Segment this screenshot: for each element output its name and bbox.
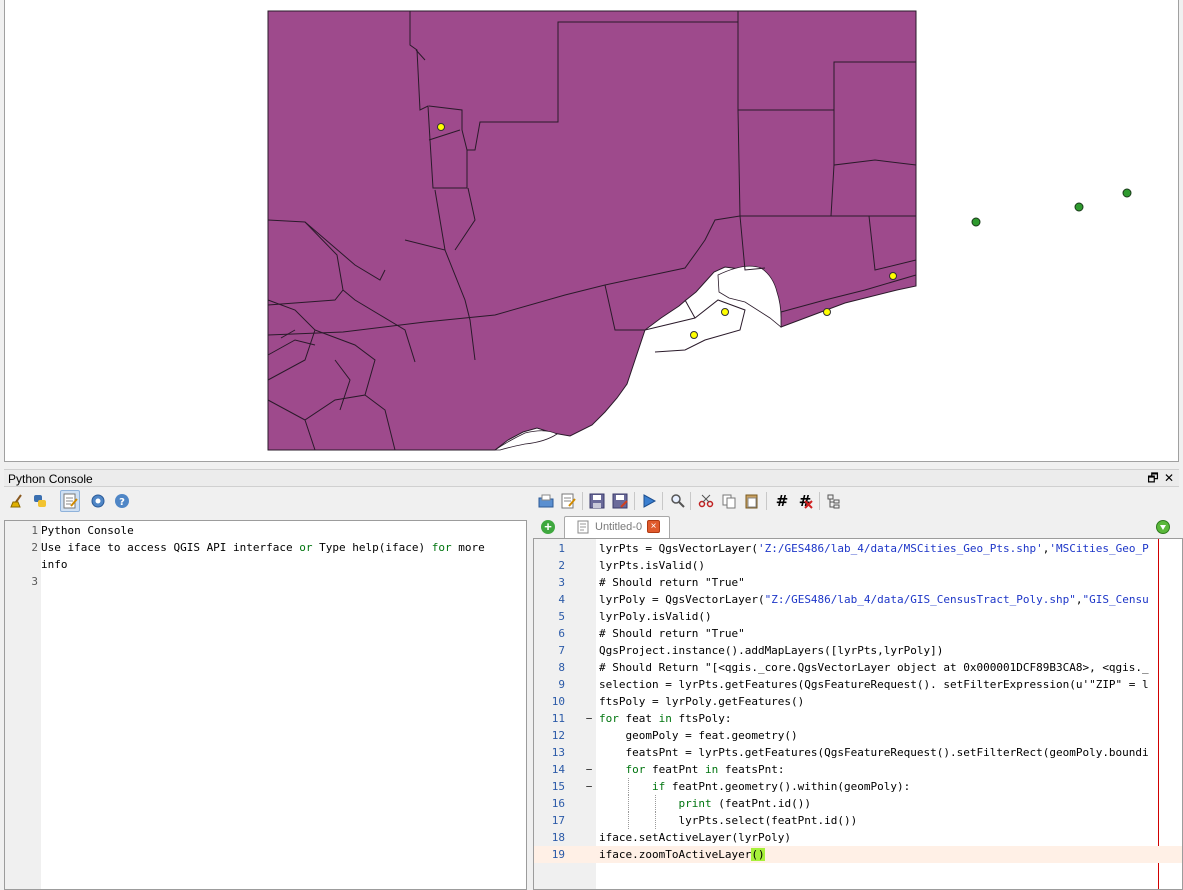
run-script-icon: [643, 494, 657, 508]
code-editor[interactable]: 1 lyrPts = QgsVectorLayer('Z:/GES486/lab…: [533, 538, 1183, 890]
code-line[interactable]: 15 − if featPnt.geometry().within(geomPo…: [534, 778, 1182, 795]
python-console-titlebar: Python Console 🗗 ✕: [4, 469, 1179, 487]
code-line[interactable]: 8 # Should Return "[<qgis._core.QgsVecto…: [534, 659, 1182, 676]
settings-button[interactable]: [88, 490, 108, 512]
city-point: [690, 331, 698, 339]
console-line: 1 Python Console: [31, 524, 134, 537]
brace-match-highlight: (): [751, 848, 765, 861]
fold-marker-icon[interactable]: −: [584, 778, 594, 795]
svg-text:#: #: [776, 493, 789, 509]
code-line[interactable]: 4 lyrPoly = QgsVectorLayer("Z:/GES486/la…: [534, 591, 1182, 608]
copy-icon: [722, 494, 736, 509]
code-line[interactable]: 2 lyrPts.isValid(): [534, 557, 1182, 574]
uncomment-icon: #: [799, 493, 813, 509]
open-script-button[interactable]: [536, 490, 556, 512]
city-point: [721, 308, 729, 316]
city-point: [889, 272, 897, 280]
find-text-icon: [671, 494, 685, 508]
city-point: [971, 217, 981, 227]
help-icon: ?: [115, 494, 129, 508]
paste-button[interactable]: [742, 490, 762, 512]
console-line: 2 Use iface to access QGIS API interface…: [31, 541, 485, 554]
save-as-button[interactable]: [610, 490, 630, 512]
open-in-external-editor-icon: [561, 493, 576, 509]
city-point: [437, 123, 445, 131]
close-tab-icon[interactable]: ×: [647, 520, 660, 533]
help-button[interactable]: ?: [112, 490, 132, 512]
script-file-icon: [577, 520, 589, 534]
open-in-external-editor-button[interactable]: [558, 490, 578, 512]
comment-button[interactable]: #: [772, 490, 792, 512]
code-line[interactable]: 16 print (featPnt.id()): [534, 795, 1182, 812]
editor-icon: [63, 493, 78, 509]
object-inspector-button[interactable]: [824, 490, 844, 512]
code-line[interactable]: 6 # Should return "True": [534, 625, 1182, 642]
run-script-button[interactable]: [639, 490, 659, 512]
census-tract-polygons: [267, 10, 917, 451]
save-as-icon: [612, 493, 628, 509]
code-line[interactable]: 3 # Should return "True": [534, 574, 1182, 591]
code-line[interactable]: 18 iface.setActiveLayer(lyrPoly): [534, 829, 1182, 846]
code-line[interactable]: 13 featsPnt = lyrPts.getFeatures(QgsFeat…: [534, 744, 1182, 761]
fold-marker-icon[interactable]: −: [584, 761, 594, 778]
paste-icon: [745, 494, 758, 509]
gear-icon: [91, 494, 105, 508]
tab-list-dropdown-icon[interactable]: [1156, 520, 1170, 534]
save-button[interactable]: [587, 490, 607, 512]
close-panel-icon[interactable]: ✕: [1162, 471, 1176, 485]
console-input-line[interactable]: 3: [5, 573, 526, 590]
console-line: info: [41, 558, 68, 571]
python-icon: [34, 495, 46, 507]
code-line[interactable]: 14 − for featPnt in featsPnt:: [534, 761, 1182, 778]
float-panel-icon[interactable]: 🗗: [1146, 471, 1160, 485]
comment-icon: #: [776, 493, 789, 509]
city-point: [1122, 188, 1132, 198]
code-line[interactable]: 12 geomPoly = feat.geometry(): [534, 727, 1182, 744]
copy-button[interactable]: [719, 490, 739, 512]
cut-button[interactable]: [696, 490, 716, 512]
city-point: [1074, 202, 1084, 212]
fold-marker-icon[interactable]: −: [584, 710, 594, 727]
map-canvas[interactable]: [4, 0, 1179, 462]
clear-console-button[interactable]: [8, 490, 28, 512]
object-inspector-icon: [827, 494, 840, 509]
open-script-icon: [538, 494, 554, 508]
code-line[interactable]: 9 selection = lyrPts.getFeatures(QgsFeat…: [534, 676, 1182, 693]
broom-icon: [10, 494, 22, 508]
import-class-button[interactable]: [30, 490, 50, 512]
city-points-green: [971, 188, 1132, 227]
editor-tabbar: + Untitled-0 ×: [533, 515, 1183, 539]
code-line[interactable]: 1 lyrPts = QgsVectorLayer('Z:/GES486/lab…: [534, 540, 1182, 557]
console-output[interactable]: 1 Python Console 2 Use iface to access Q…: [4, 520, 527, 890]
map-layers: [267, 10, 1132, 451]
code-line[interactable]: 5 lyrPoly.isValid(): [534, 608, 1182, 625]
add-tab-icon[interactable]: +: [541, 520, 555, 534]
code-line[interactable]: 11 − for feat in ftsPoly:: [534, 710, 1182, 727]
find-text-button[interactable]: [668, 490, 688, 512]
code-line[interactable]: 7 QgsProject.instance().addMapLayers([ly…: [534, 642, 1182, 659]
code-line[interactable]: 17 lyrPts.select(featPnt.id()): [534, 812, 1182, 829]
city-point: [823, 308, 831, 316]
panel-title: Python Console: [8, 472, 93, 486]
svg-text:?: ?: [119, 497, 125, 508]
uncomment-button[interactable]: #: [795, 490, 815, 512]
code-line-current[interactable]: 19 iface.zoomToActiveLayer(): [534, 846, 1182, 863]
save-icon: [589, 493, 605, 509]
cut-icon: [698, 494, 714, 508]
tab-untitled-0[interactable]: Untitled-0 ×: [564, 516, 670, 538]
show-editor-button[interactable]: [60, 490, 80, 512]
code-line[interactable]: 10 ftsPoly = lyrPoly.getFeatures(): [534, 693, 1182, 710]
